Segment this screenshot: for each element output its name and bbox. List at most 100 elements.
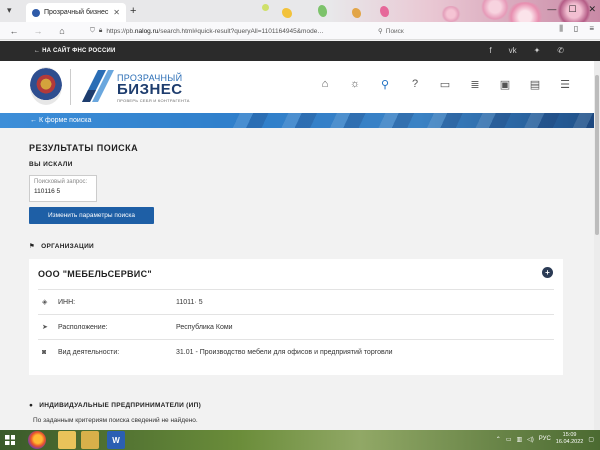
back-arrow-icon[interactable]: ←	[6, 26, 22, 36]
ribbon-decoration	[220, 113, 600, 128]
ip-title: ИНДИВИДУАЛЬНЫЕ ПРЕДПРИНИМАТЕЛИ (ИП)	[39, 402, 202, 409]
header-nav-icons: ⌂ ☼ ⚲ ? ▭ ≣ ▣ ▤ ☰	[318, 78, 572, 91]
location-arrow-icon: ➤	[42, 324, 48, 331]
back-to-form-label: К форме поиска	[38, 117, 92, 124]
home-icon[interactable]: ⌂	[54, 26, 70, 36]
back-to-fns-label: НА САЙТ ФНС РОССИИ	[42, 48, 116, 54]
decor-butterfly	[318, 5, 327, 17]
decor-butterfly	[380, 6, 389, 17]
favicon-icon	[32, 8, 40, 17]
decor-butterfly	[262, 4, 269, 11]
you-searched-heading: ВЫ ИСКАЛИ	[29, 161, 73, 168]
browser-search-box[interactable]: ⚲ Поиск	[378, 24, 496, 38]
location-value: Республика Коми	[176, 323, 233, 331]
chat-icon[interactable]: ▭	[438, 78, 452, 91]
back-to-form-link[interactable]: ← К форме поиска	[30, 117, 91, 124]
lock-icon: 🔒︎	[98, 27, 103, 34]
change-params-button[interactable]: Изменить параметры поиска	[29, 207, 154, 224]
maximize-icon[interactable]: ☐	[568, 4, 576, 15]
back-to-fns-link[interactable]: ← НА САЙТ ФНС РОССИИ	[34, 48, 116, 54]
file-explorer-2-icon[interactable]	[81, 431, 99, 449]
word-icon[interactable]: W	[107, 431, 125, 449]
image-icon[interactable]: ▣	[498, 78, 512, 91]
new-tab-button[interactable]: +	[130, 5, 136, 17]
flag-icon: ⚑	[29, 243, 36, 250]
battery-icon[interactable]: ▭	[506, 436, 512, 443]
shield-icon: ⛉	[90, 27, 95, 34]
inn-value: 11011· 5	[176, 298, 203, 306]
browser-tab-bar: ▾ Прозрачный бизнес ✕ + — ☐ ✕	[0, 0, 600, 32]
organizations-title: ОРГАНИЗАЦИИ	[41, 242, 95, 250]
phone-icon[interactable]: ✆	[557, 46, 564, 55]
tab-list-icon[interactable]: ▾	[7, 5, 12, 16]
scrollbar-thumb[interactable]	[595, 75, 599, 235]
system-tray: ⌃ ▭ ▥ ◁) РУС 15:09 16.04.2022 ▢	[496, 432, 594, 446]
firefox-icon[interactable]	[28, 431, 46, 449]
camera-icon: ◙	[42, 348, 47, 356]
fns-emblem-icon[interactable]	[30, 67, 62, 105]
forward-arrow-icon[interactable]: →	[30, 26, 46, 36]
decor-flower	[440, 6, 462, 22]
browser-nav-bar: ← → ⌂ ⛉ 🔒︎ https://pb.nalog.ru/search.ht…	[0, 22, 600, 40]
close-tab-icon[interactable]: ✕	[113, 8, 120, 17]
org-card[interactable]: ООО "МЕБЕЛЬСЕРВИС" + ◈ ИНН: 11011· 5 ➤ Р…	[29, 259, 563, 375]
facebook-icon[interactable]: f	[489, 46, 491, 55]
vk-icon[interactable]: vk	[509, 46, 517, 55]
clock[interactable]: 15:09 16.04.2022	[556, 432, 584, 446]
activity-label: Вид деятельности:	[58, 348, 120, 356]
network-icon[interactable]: ▥	[516, 436, 522, 443]
lightbulb-icon[interactable]: ☼	[348, 78, 362, 91]
logo-mark-icon[interactable]	[80, 68, 116, 104]
windows-logo-icon	[5, 435, 15, 445]
query-box: Поисковый запрос: 110116 5	[29, 175, 97, 202]
windows-taskbar: W ⌃ ▭ ▥ ◁) РУС 15:09 16.04.2022 ▢	[0, 430, 600, 450]
library-icon[interactable]: ⫼	[559, 24, 563, 34]
notifications-icon[interactable]: ▢	[588, 436, 594, 443]
search-nav-icon[interactable]: ⚲	[378, 78, 392, 91]
help-icon[interactable]: ?	[408, 78, 422, 91]
location-label: Расположение:	[58, 323, 108, 331]
ip-no-results-message: По заданным критериям поиска сведений не…	[33, 417, 198, 424]
close-window-icon[interactable]: ✕	[588, 4, 596, 15]
language-indicator[interactable]: РУС	[539, 436, 551, 442]
query-label: Поисковый запрос:	[34, 179, 88, 185]
search-icon: ⚲	[378, 28, 383, 35]
twitter-icon[interactable]: ✦	[534, 46, 541, 55]
org-row-location: ➤ Расположение: Республика Коми	[38, 314, 554, 339]
file-explorer-icon[interactable]	[58, 431, 76, 449]
social-links: f vk ✦ ✆	[489, 46, 564, 55]
sidebar-icon[interactable]: ▯	[574, 24, 578, 34]
tray-chevron-icon[interactable]: ⌃	[496, 436, 501, 443]
search-placeholder: Поиск	[385, 27, 404, 35]
start-button[interactable]	[0, 430, 20, 450]
hamburger-menu-icon[interactable]: ☰	[558, 78, 572, 91]
results-title: РЕЗУЛЬТАТЫ ПОИСКА	[29, 143, 139, 153]
decor-butterfly	[352, 8, 361, 18]
menu-icon[interactable]: ≡	[589, 24, 594, 34]
expand-plus-icon[interactable]: +	[542, 267, 553, 278]
address-bar[interactable]: ⛉ 🔒︎ https://pb.nalog.ru/search.html#qui…	[90, 24, 390, 38]
browser-tab[interactable]: Прозрачный бизнес ✕	[26, 3, 126, 22]
document-icon[interactable]: ▤	[528, 78, 542, 91]
window-controls: — ☐ ✕	[547, 4, 596, 15]
minimize-icon[interactable]: —	[547, 4, 556, 15]
home-nav-icon[interactable]: ⌂	[318, 78, 332, 91]
volume-icon[interactable]: ◁)	[527, 436, 534, 443]
toolbar-right: ⫼ ▯ ≡	[559, 24, 594, 34]
logo-line2: БИЗНЕС	[117, 81, 183, 98]
organizations-header: ⚑ ОРГАНИЗАЦИИ	[29, 242, 95, 251]
user-icon: ●	[29, 402, 34, 409]
fns-top-bar: ← НА САЙТ ФНС РОССИИ f vk ✦ ✆	[0, 41, 600, 61]
org-row-inn: ◈ ИНН: 11011· 5	[38, 289, 554, 314]
ip-header: ● ИНДИВИДУАЛЬНЫЕ ПРЕДПРИНИМАТЕЛИ (ИП)	[29, 402, 201, 409]
clock-time: 15:09	[562, 432, 577, 438]
url-path: /search.html#quick-result?queryAll=11011…	[158, 27, 324, 35]
tag-icon: ◈	[42, 299, 48, 306]
site-header: ПРОЗРАЧНЫЙ БИЗНЕС ПРОВЕРЬ СЕБЯ И КОНТРАГ…	[0, 61, 600, 113]
url-host: nalog.ru	[134, 27, 159, 35]
page-scrollbar[interactable]	[594, 61, 600, 430]
logo-divider	[70, 69, 71, 105]
clock-date: 16.04.2022	[555, 439, 584, 445]
org-name[interactable]: ООО "МЕБЕЛЬСЕРВИС"	[38, 269, 152, 279]
database-icon[interactable]: ≣	[468, 78, 482, 91]
